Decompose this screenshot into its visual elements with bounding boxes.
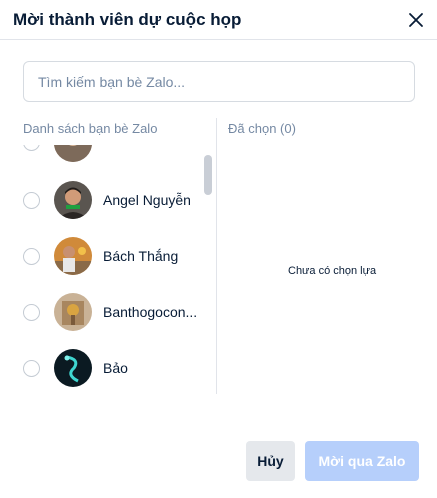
friend-name: Bách Thắng xyxy=(103,248,179,264)
search-box[interactable] xyxy=(23,61,415,102)
friend-row[interactable]: Bảo xyxy=(0,340,216,394)
friend-row[interactable]: Banthogocon... xyxy=(0,284,216,340)
friend-list[interactable]: Angel Nguyễn Bách Thắng Banthogocon... B… xyxy=(0,145,216,394)
dialog-title: Mời thành viên dự cuộc họp xyxy=(13,10,242,29)
search-input[interactable] xyxy=(24,62,398,101)
selected-title: Đã chọn (0) xyxy=(228,121,296,136)
friend-radio[interactable] xyxy=(23,248,40,265)
friend-row[interactable]: Angel Nguyễn xyxy=(0,172,216,228)
friend-name: Angel Nguyễn xyxy=(103,192,191,208)
friend-row[interactable] xyxy=(0,145,216,170)
close-icon[interactable] xyxy=(404,8,428,32)
cancel-button[interactable]: Hủy xyxy=(246,441,295,481)
friend-row[interactable]: Bách Thắng xyxy=(0,228,216,284)
dialog-header: Mời thành viên dự cuộc họp xyxy=(0,0,437,40)
man-portrait-avatar xyxy=(54,181,92,219)
altar-avatar xyxy=(54,293,92,331)
column-divider xyxy=(216,118,217,394)
friend-name: Bảo xyxy=(103,360,128,376)
dragon-avatar xyxy=(54,349,92,387)
scrollbar-thumb[interactable] xyxy=(204,155,212,195)
friend-radio[interactable] xyxy=(23,145,40,151)
friend-radio[interactable] xyxy=(23,304,40,321)
friend-list-title: Danh sách bạn bè Zalo xyxy=(23,121,158,136)
friend-radio[interactable] xyxy=(23,360,40,377)
friend-name: Banthogocon... xyxy=(103,304,198,320)
empty-selection-text: Chưa có chọn lựa xyxy=(288,265,377,277)
friend-radio[interactable] xyxy=(23,192,40,209)
man-outdoor-avatar xyxy=(54,237,92,275)
invite-via-zalo-button[interactable]: Mời qua Zalo xyxy=(305,441,419,481)
partial-avatar xyxy=(54,145,92,162)
